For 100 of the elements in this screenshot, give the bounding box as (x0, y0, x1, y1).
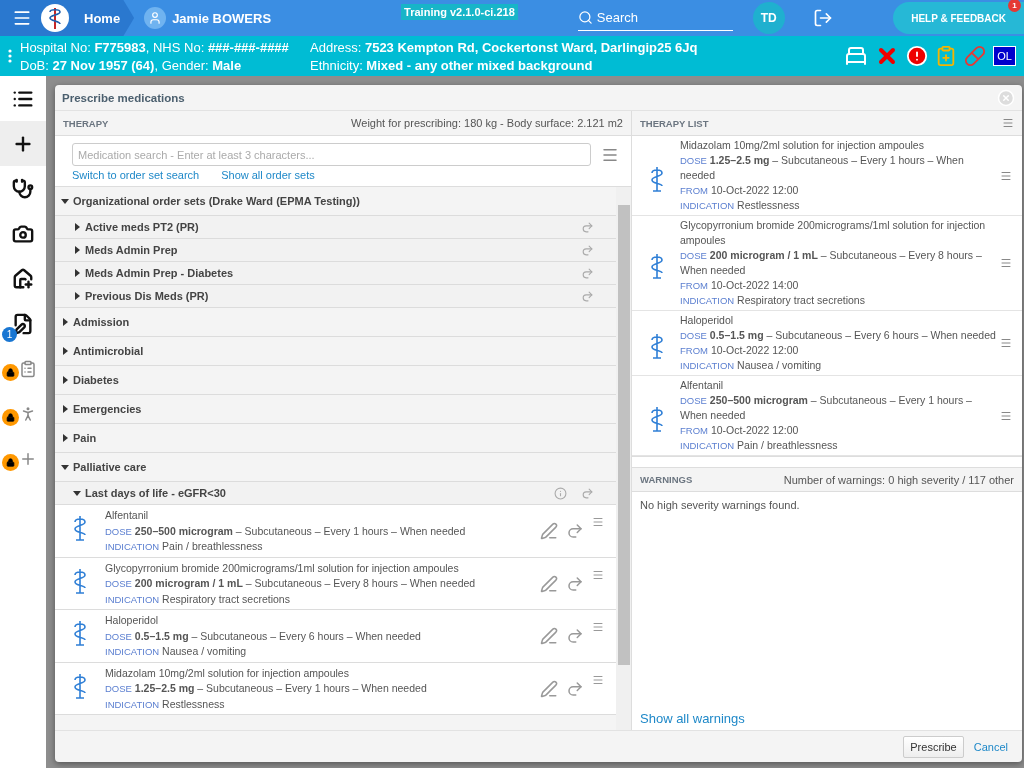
caret-icon[interactable] (61, 434, 69, 442)
menu-icon[interactable] (592, 568, 604, 581)
count-badge: 1 (2, 327, 17, 342)
curved-arrow-icon[interactable] (581, 486, 594, 500)
warnings-message: No high severity warnings found. (639, 498, 801, 513)
curved-arrow-icon[interactable] (581, 220, 594, 234)
medication-name: Alfentanil (105, 508, 150, 523)
prescribe-button[interactable]: Prescribe (903, 735, 964, 758)
indication-line: INDICATION Respiratory tract secretions (105, 591, 291, 607)
curved-arrow-icon[interactable] (581, 243, 594, 257)
search-field[interactable]: Search (596, 10, 717, 25)
pill-icon[interactable] (964, 45, 987, 67)
menu-icon[interactable] (592, 621, 604, 633)
patient-info: Address: 7523 Kempton Rd, Cockertonst Ward, Darlingip25 6Jq (310, 39, 698, 55)
caret-icon[interactable] (61, 197, 69, 205)
indication-line: INDICATION Pain / breathlessness (680, 438, 839, 453)
patient-info: DoB: 27 Nov 1957 (64), Gender: Male (20, 57, 243, 73)
indication-line: INDICATION Nausea / vomiting (105, 644, 248, 659)
dose-line: DOSE 1.25–2.5 mg – Subcutaneous – Every 1 hours – When needed (680, 153, 965, 183)
indication-line: INDICATION Pain / breathlessness (105, 539, 264, 554)
curved-arrow-icon[interactable] (566, 627, 584, 646)
curved-arrow-icon[interactable] (566, 574, 584, 593)
order-set-row[interactable]: Meds Admin Prep - Diabetes (55, 262, 616, 285)
caret-icon[interactable] (73, 489, 81, 497)
medication-row[interactable]: Haloperidol DOSE 0.5–1.5 mg – Subcutaneous – Every 6 hours – When needed INDICATION Nausea / vomiting (55, 610, 616, 663)
category-row[interactable]: Palliative care (55, 453, 616, 482)
category-name: Diabetes (73, 374, 119, 386)
scrollbar[interactable] (616, 187, 631, 730)
caret-icon[interactable] (61, 463, 69, 471)
pen-icon[interactable] (540, 627, 558, 646)
therapy-item[interactable]: Haloperidol DOSE 0.5–1.5 mg – Subcutaneous – Every 6 hours – When needed FROM 10-Oct-2022 12:00 INDICATION Nausea / vomiting (632, 311, 1022, 376)
sidebar-item[interactable] (0, 121, 46, 166)
house-plus-icon (12, 267, 34, 290)
from-line: FROM 10-Oct-2022 14:00 (680, 278, 800, 293)
category-row[interactable]: Antimicrobial (55, 337, 616, 366)
pen-icon[interactable] (540, 574, 558, 593)
info-icon[interactable] (554, 486, 567, 500)
clipboard-icon (19, 359, 37, 378)
alert-icon[interactable] (906, 45, 929, 67)
medication-name: Glycopyrronium bromide 200micrograms/1ml solution for injection ampoules (680, 218, 987, 248)
caret-icon[interactable] (73, 223, 81, 231)
caret-icon[interactable] (61, 405, 69, 413)
bed-icon[interactable] (844, 44, 869, 68)
category-row[interactable]: Emergencies (55, 395, 616, 424)
curved-arrow-icon[interactable] (581, 289, 594, 303)
menu-button[interactable] (12, 8, 32, 28)
curved-arrow-icon[interactable] (581, 266, 594, 280)
menu-icon[interactable] (1000, 257, 1012, 269)
therapy-item[interactable]: Midazolam 10mg/2ml solution for injection ampoules DOSE 1.25–2.5 mg – Subcutaneous – Every 1 hours – When needed FROM 10-Oct-2022 12:00 INDICATION Restlessness (632, 136, 1022, 216)
medication-name: Haloperidol (680, 313, 735, 328)
order-set-link[interactable]: Switch to order set search (72, 169, 200, 181)
pen-icon[interactable] (540, 679, 558, 698)
category-row[interactable]: Organizational order sets (Drake Ward (EPMA Testing)) (55, 187, 616, 216)
more-button[interactable] (8, 49, 12, 63)
category-row[interactable]: Pain (55, 424, 616, 453)
category-row[interactable]: Diabetes (55, 366, 616, 395)
order-set-row[interactable]: Last days of life - eGFR<30 (55, 482, 616, 505)
menu-icon[interactable] (1000, 409, 1012, 422)
order-set-link[interactable]: Show all order sets (221, 169, 315, 181)
medication-row[interactable]: Midazolam 10mg/2ml solution for injection ampoules DOSE 1.25–2.5 mg – Subcutaneous – Every 1 hours – When needed INDICATION Restlessness (55, 662, 616, 715)
order-set-row[interactable]: Active meds PT2 (PR) (55, 216, 616, 239)
menu-icon[interactable] (592, 516, 604, 528)
menu-icon[interactable] (1002, 117, 1014, 129)
cancel-link[interactable]: Cancel (973, 740, 1008, 753)
caret-icon[interactable] (73, 269, 81, 277)
order-set-name: Previous Dis Meds (PR) (85, 290, 209, 302)
caret-icon[interactable] (61, 347, 69, 355)
caret-icon[interactable] (73, 292, 81, 300)
ol-badge[interactable]: OL (993, 46, 1016, 66)
menu-icon[interactable] (1000, 337, 1012, 349)
medication-search-field[interactable]: Medication search - Enter at least 3 characters... (72, 143, 591, 166)
medication-row[interactable]: Alfentanil DOSE 250–500 microgram – Subcutaneous – Every 1 hours – When needed INDICATION Pain / breathlessness (55, 505, 616, 558)
notification-badge: 1 (1008, 0, 1021, 12)
home-link[interactable]: Home (84, 10, 121, 26)
caret-icon[interactable] (73, 246, 81, 254)
search-icon (577, 10, 593, 25)
dose-line: DOSE 1.25–2.5 mg – Subcutaneous – Every 1 hours – When needed (105, 681, 428, 696)
dialog-title: Prescribe medications (62, 91, 185, 104)
pen-icon[interactable] (540, 522, 558, 541)
dose-line: DOSE 0.5–1.5 mg – Subcutaneous – Every 6 hours – When needed (680, 328, 997, 343)
menu-icon[interactable] (1000, 169, 1012, 182)
menu-icon[interactable] (592, 673, 604, 686)
order-set-row[interactable]: Meds Admin Prep (55, 239, 616, 262)
category-row[interactable]: Admission (55, 308, 616, 337)
medication-name: Alfentanil (680, 378, 725, 393)
show-warnings-link[interactable]: Show all warnings (632, 711, 1022, 730)
file-pen-icon (12, 312, 34, 335)
medication-row[interactable]: Glycopyrronium bromide 200micrograms/1ml solution for injection ampoules DOSE 200 microgram / 1 mL – Subcutaneous – Every 8 hours – When needed INDICATION Respiratory tract secretions (55, 557, 616, 610)
order-set-row[interactable]: Previous Dis Meds (PR) (55, 285, 616, 308)
logout-button[interactable] (812, 8, 833, 28)
category-name: Antimicrobial (73, 345, 144, 357)
caret-icon[interactable] (61, 376, 69, 384)
curved-arrow-icon[interactable] (566, 679, 584, 698)
help-feedback-button[interactable]: HELP & FEEDBACK 1 (893, 2, 1024, 34)
curved-arrow-icon[interactable] (566, 522, 584, 541)
therapy-item[interactable]: Alfentanil DOSE 250–500 microgram – Subcutaneous – Every 1 hours – When needed FROM 10-Oct-2022 12:00 INDICATION Pain / breathlessness (632, 376, 1022, 456)
category-name: Organizational order sets (Drake Ward (EPMA Testing)) (73, 195, 360, 207)
from-line: FROM 10-Oct-2022 12:00 (680, 183, 800, 198)
indication-line: INDICATION Respiratory tract secretions (680, 293, 866, 308)
caret-icon[interactable] (61, 318, 69, 326)
